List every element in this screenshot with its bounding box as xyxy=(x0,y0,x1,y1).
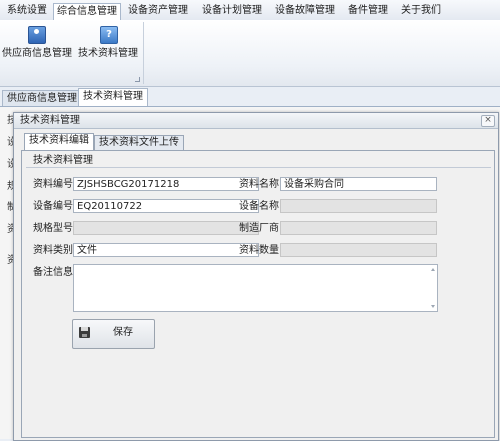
tech-doc-button[interactable]: ? 技术资料管理 xyxy=(78,26,140,59)
doc-name-label: 资料名称 xyxy=(239,179,279,190)
remarks-label: 备注信息 xyxy=(33,267,73,278)
doc-tab-supplier-info[interactable]: 供应商信息管理 xyxy=(2,90,82,106)
tab-doc-edit[interactable]: 技术资料编辑 xyxy=(24,133,94,150)
remarks-textarea[interactable] xyxy=(73,264,438,312)
doc-qty-field xyxy=(280,243,437,257)
equip-no-field[interactable]: EQ20110722 xyxy=(73,199,259,213)
menu-tab-spare-parts[interactable]: 备件管理 xyxy=(344,3,392,19)
manufacturer-label: 制造厂商 xyxy=(239,223,279,234)
spec-model-label: 规格型号 xyxy=(33,223,73,234)
help-book-icon: ? xyxy=(100,26,118,44)
ribbon-group-info: 供应商信息管理 ? 技术资料管理 xyxy=(0,22,144,84)
scroll-down-icon[interactable] xyxy=(431,305,435,308)
save-button[interactable]: 保存 xyxy=(72,319,155,349)
tech-doc-dialog: 技术资料管理 × 技术资料编辑 技术资料文件上传 技术资料管理 资料编号 ZJS… xyxy=(13,112,499,441)
menu-tab-integrated-info[interactable]: 综合信息管理 xyxy=(53,3,121,21)
group-launcher-icon[interactable] xyxy=(135,77,140,82)
spec-model-field xyxy=(73,221,259,235)
dialog-title: 技术资料管理 xyxy=(20,115,80,126)
menu-tab-fault-management[interactable]: 设备故障管理 xyxy=(272,3,338,19)
supplier-info-label: 供应商信息管理 xyxy=(2,48,72,59)
menu-tab-plan-management[interactable]: 设备计划管理 xyxy=(199,3,265,19)
doc-tab-tech-docs[interactable]: 技术资料管理 xyxy=(78,88,148,106)
menu-tab-system-settings[interactable]: 系统设置 xyxy=(3,3,51,19)
tab-file-upload[interactable]: 技术资料文件上传 xyxy=(94,135,184,150)
equip-name-label: 设备名称 xyxy=(239,201,279,212)
dialog-title-bar[interactable]: 技术资料管理 × xyxy=(14,113,498,129)
doc-no-label: 资料编号 xyxy=(33,179,73,190)
equip-name-field xyxy=(280,199,437,213)
menu-bar: 系统设置 综合信息管理 设备资产管理 设备计划管理 设备故障管理 备件管理 关于… xyxy=(0,0,500,21)
menu-tab-asset-management[interactable]: 设备资产管理 xyxy=(125,3,191,19)
group-header: 技术资料管理 xyxy=(26,154,491,168)
manufacturer-field xyxy=(280,221,437,235)
document-tab-strip: 供应商信息管理 技术资料管理 xyxy=(0,88,500,107)
doc-type-label: 资料类别 xyxy=(33,245,73,256)
supplier-card-icon xyxy=(28,26,46,44)
equip-no-label: 设备编号 xyxy=(33,201,73,212)
doc-name-field[interactable]: 设备采购合同 xyxy=(280,177,437,191)
ribbon: 供应商信息管理 ? 技术资料管理 xyxy=(0,20,500,87)
save-label: 保存 xyxy=(113,327,133,338)
close-icon[interactable]: × xyxy=(481,115,495,127)
tech-doc-label: 技术资料管理 xyxy=(78,48,138,59)
doc-no-field[interactable]: ZJSHSBCG20171218 xyxy=(73,177,259,191)
scroll-up-icon[interactable] xyxy=(431,268,435,271)
supplier-info-button[interactable]: 供应商信息管理 xyxy=(2,26,72,59)
edit-panel: 技术资料管理 资料编号 ZJSHSBCG20171218 资料名称 设备采购合同… xyxy=(21,150,495,438)
doc-qty-label: 资料数量 xyxy=(239,245,279,256)
floppy-disk-icon xyxy=(79,327,90,338)
menu-tab-about-us[interactable]: 关于我们 xyxy=(397,3,445,19)
doc-type-field[interactable]: 文件 xyxy=(73,243,259,257)
